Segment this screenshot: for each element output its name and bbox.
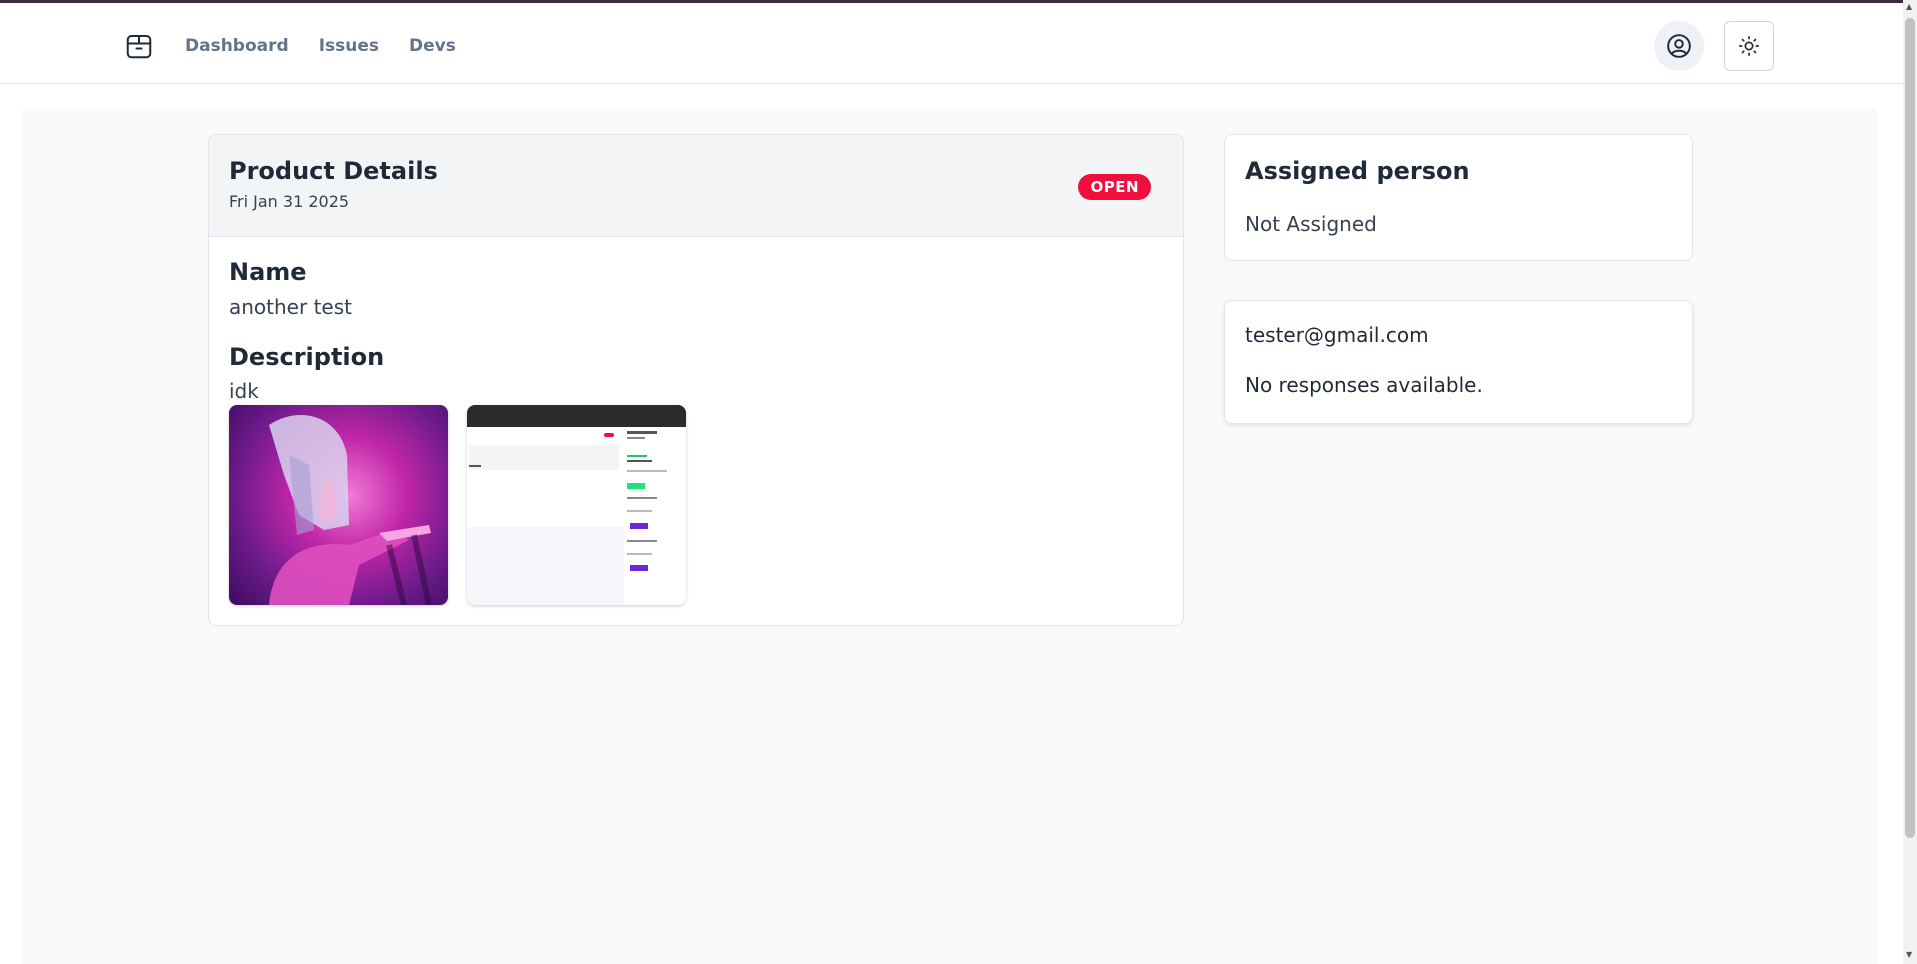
reporter-email: tester@gmail.com [1245,323,1429,347]
name-label: Name [229,258,307,286]
scroll-down-arrow-icon[interactable]: ▼ [1906,950,1912,959]
scrollbar-thumb[interactable] [1905,18,1915,838]
attachment-image-1[interactable] [229,405,448,605]
description-label: Description [229,343,385,371]
issue-date: Fri Jan 31 2025 [229,192,350,211]
nav-issues[interactable]: Issues [319,34,379,58]
screenshot-thumbnail [467,405,686,605]
assigned-value: Not Assigned [1245,212,1377,236]
name-value: another test [229,295,352,319]
assigned-person-card: Assigned person Not Assigned [1224,134,1693,261]
issue-details-header: Product Details Fri Jan 31 2025 OPEN [209,135,1183,237]
page-scrollbar[interactable]: ▲ ▼ [1903,0,1917,964]
user-circle-icon [1667,34,1691,58]
page-title: Product Details [229,157,438,185]
no-responses-text: No responses available. [1245,373,1483,397]
responses-card: tester@gmail.com No responses available. [1224,300,1693,424]
nav-devs[interactable]: Devs [409,34,456,58]
portrait-artwork [269,415,432,605]
top-navbar: Dashboard Issues Devs [0,3,1903,84]
sun-icon [1739,36,1759,56]
main-nav: Dashboard Issues Devs [185,34,456,58]
issue-details-card: Product Details Fri Jan 31 2025 OPEN Nam… [208,134,1184,626]
attachment-image-2[interactable] [467,405,686,605]
profile-button[interactable] [1654,21,1704,71]
package-icon[interactable] [124,31,154,61]
assigned-title: Assigned person [1245,157,1470,185]
scroll-up-arrow-icon[interactable]: ▲ [1906,2,1912,11]
status-badge: OPEN [1078,174,1151,200]
description-value: idk [229,379,259,403]
theme-toggle-button[interactable] [1724,21,1774,71]
nav-dashboard[interactable]: Dashboard [185,34,289,58]
